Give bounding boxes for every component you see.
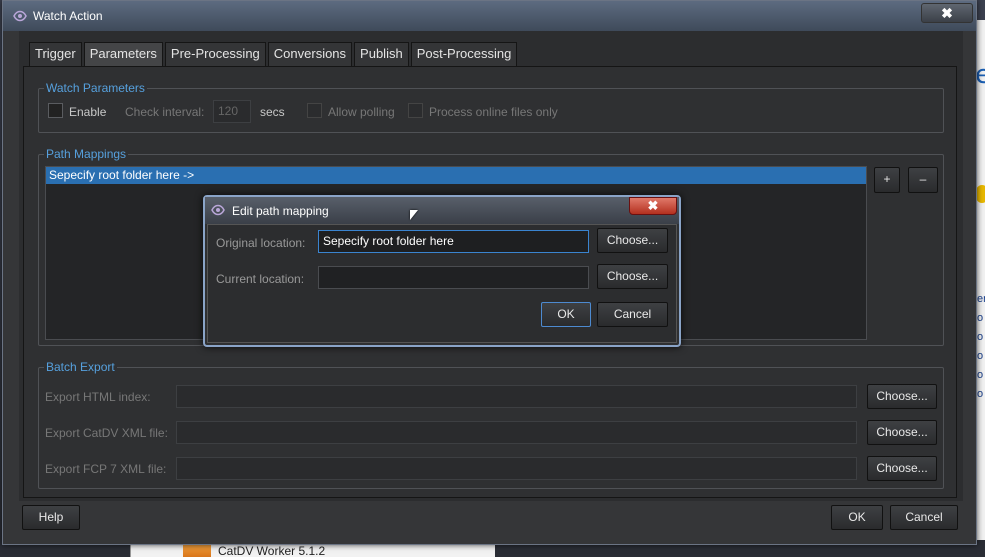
tab-trigger[interactable]: Trigger [29,42,82,66]
process-online-label: Process online files only [429,105,558,119]
path-mappings-title: Path Mappings [44,147,129,161]
tab-publish[interactable]: Publish [354,42,409,66]
app-icon [211,204,225,216]
export-catdv-choose-button[interactable]: Choose... [867,420,937,445]
export-catdv-label: Export CatDV XML file: [45,426,168,440]
watch-parameters-group: Watch Parameters Enable Check interval: … [38,81,944,133]
enable-checkbox[interactable] [48,103,63,118]
tab-pre-processing[interactable]: Pre-Processing [164,42,266,66]
sub-dialog-title: Edit path mapping [232,204,329,218]
add-mapping-button[interactable]: + [874,167,900,193]
batch-export-group: Batch Export Export HTML index: Choose..… [38,360,944,489]
export-html-label: Export HTML index: [45,390,151,404]
cancel-button[interactable]: Cancel [890,505,958,530]
export-html-field[interactable] [176,385,857,408]
check-interval-label: Check interval: [125,105,205,119]
original-location-field[interactable]: Sepecify root folder here [318,230,589,253]
titlebar: Watch Action ✖ [3,1,976,31]
export-catdv-field[interactable] [176,421,857,444]
mouse-cursor-icon [410,210,418,220]
watch-parameters-title: Watch Parameters [44,81,147,95]
original-location-label: Original location: [216,236,306,250]
app-icon [13,10,27,22]
tab-conversions[interactable]: Conversions [267,42,353,66]
export-fcp-choose-button[interactable]: Choose... [867,456,937,481]
sub-close-button[interactable]: ✖ [629,197,677,215]
close-button[interactable]: ✖ [921,3,973,23]
background-side-text: er o o o o o [977,293,985,400]
current-location-field[interactable] [318,266,589,289]
current-choose-button[interactable]: Choose... [597,264,668,289]
taskbar-item-catdv-worker[interactable]: CatDV Worker 5.1.2 [218,544,325,557]
tab-post-processing[interactable]: Post-Processing [410,42,518,66]
sub-ok-button[interactable]: OK [541,302,591,327]
edit-path-mapping-dialog: Edit path mapping ✖ Original location: S… [203,195,681,347]
tab-bar: Trigger Parameters Pre-Processing Conver… [29,42,519,67]
check-interval-field[interactable]: 120 [213,100,251,123]
process-online-checkbox[interactable] [408,103,423,118]
window-title: Watch Action [33,9,103,23]
check-interval-unit: secs [260,105,285,119]
export-fcp-label: Export FCP 7 XML file: [45,462,167,476]
sub-cancel-button[interactable]: Cancel [597,302,668,327]
export-fcp-field[interactable] [176,457,857,480]
original-choose-button[interactable]: Choose... [597,228,668,253]
help-button[interactable]: Help [22,505,80,530]
export-html-choose-button[interactable]: Choose... [867,384,937,409]
allow-polling-checkbox[interactable] [307,103,322,118]
batch-export-title: Batch Export [44,360,117,374]
remove-mapping-button[interactable]: – [908,167,938,193]
current-location-label: Current location: [216,272,305,286]
tab-parameters[interactable]: Parameters [83,42,163,67]
sub-dialog-body: Original location: Sepecify root folder … [207,224,677,343]
allow-polling-label: Allow polling [328,105,395,119]
sub-titlebar: Edit path mapping ✖ [205,197,679,224]
enable-label: Enable [69,105,107,119]
ok-button[interactable]: OK [831,505,883,530]
list-item[interactable]: Sepecify root folder here -> [46,167,866,184]
